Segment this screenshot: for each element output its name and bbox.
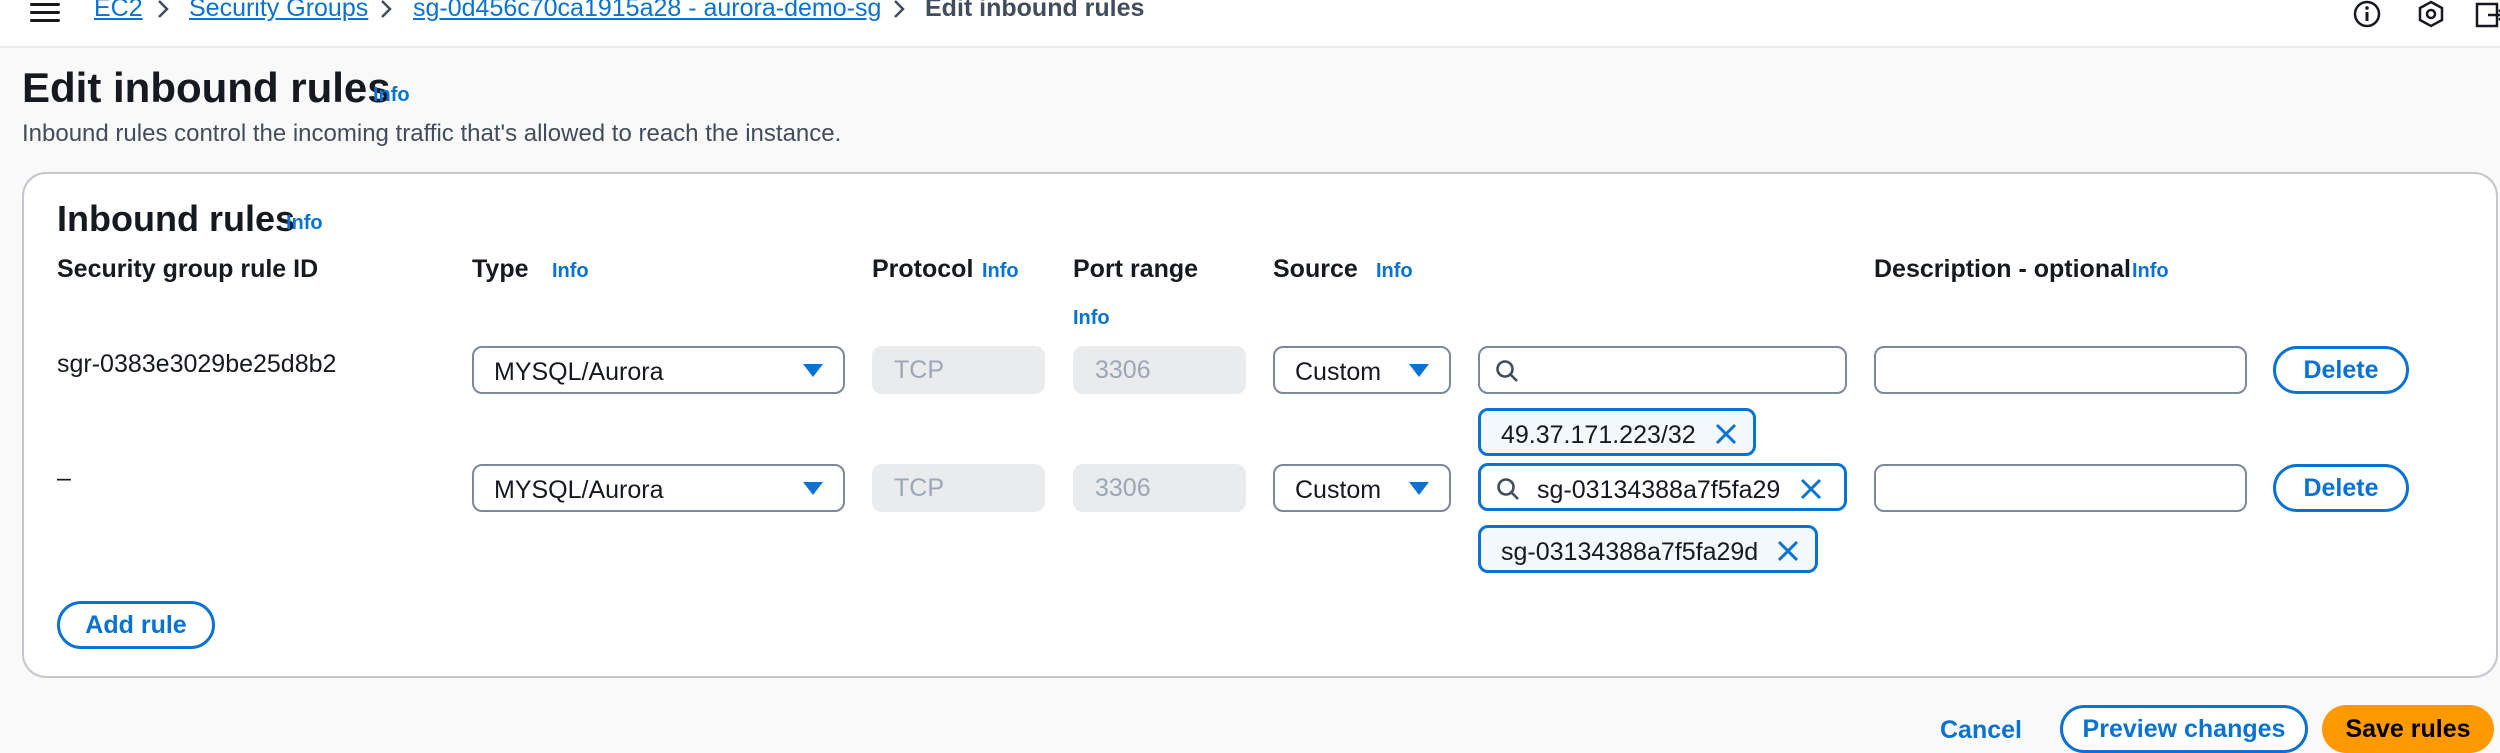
caret-down-icon	[1409, 482, 1429, 495]
breadcrumb-ec2[interactable]: EC2	[94, 0, 143, 23]
inbound-rules-panel	[22, 172, 2498, 678]
source-token-value: 49.37.171.223/32	[1501, 421, 1696, 449]
panel-title: Inbound rules	[57, 198, 295, 239]
port-range-field: 3306	[1073, 464, 1246, 512]
panel-info-link[interactable]: Info	[286, 212, 323, 235]
caret-down-icon	[803, 482, 823, 495]
source-search-value: sg-03134388a7f5fa29	[1537, 476, 1781, 504]
column-header-rule-id: Security group rule ID	[57, 255, 319, 283]
description-info-link[interactable]: Info	[2132, 260, 2169, 283]
protocol-value: TCP	[894, 474, 944, 502]
page-description: Inbound rules control the incoming traff…	[22, 120, 842, 147]
notifications-icon[interactable]	[2414, 0, 2448, 30]
chevron-right-icon	[375, 0, 397, 20]
port-range-value: 3306	[1095, 474, 1151, 502]
type-select[interactable]: MYSQL/Aurora	[472, 346, 845, 394]
protocol-field: TCP	[872, 346, 1045, 394]
source-type-select[interactable]: Custom	[1273, 346, 1451, 394]
preview-changes-button[interactable]: Preview changes	[2060, 705, 2308, 753]
source-token: 49.37.171.223/32	[1478, 408, 1756, 456]
rule-id: –	[57, 464, 71, 492]
column-header-port-range: Port range	[1073, 255, 1199, 283]
protocol-value: TCP	[894, 356, 944, 384]
caret-down-icon	[803, 364, 823, 377]
page-info-link[interactable]: Info	[373, 84, 410, 107]
caret-down-icon	[1409, 364, 1429, 377]
protocol-field: TCP	[872, 464, 1045, 512]
protocol-info-link[interactable]: Info	[982, 260, 1019, 283]
source-search-input[interactable]: sg-03134388a7f5fa29	[1478, 463, 1847, 511]
column-header-type: Type	[472, 255, 529, 283]
type-select-value: MYSQL/Aurora	[494, 358, 664, 386]
search-icon	[1495, 476, 1521, 502]
delete-button[interactable]: Delete	[2273, 346, 2409, 394]
column-header-source: Source	[1273, 255, 1358, 283]
source-type-select[interactable]: Custom	[1273, 464, 1451, 512]
close-icon[interactable]	[1713, 421, 1739, 447]
source-type-value: Custom	[1295, 358, 1382, 386]
external-launch-icon[interactable]	[2474, 0, 2500, 30]
source-info-link[interactable]: Info	[1376, 260, 1413, 283]
description-input[interactable]	[1874, 346, 2247, 394]
menu-icon[interactable]	[30, 0, 64, 28]
port-range-value: 3306	[1095, 356, 1151, 384]
breadcrumb-security-group[interactable]: sg-0d456c70ca1915a28 - aurora-demo-sg	[413, 0, 881, 23]
type-select[interactable]: MYSQL/Aurora	[472, 464, 845, 512]
chevron-right-icon	[152, 0, 174, 20]
breadcrumb-security-groups[interactable]: Security Groups	[189, 0, 368, 23]
port-range-info-link[interactable]: Info	[1073, 307, 1110, 330]
save-rules-button[interactable]: Save rules	[2322, 705, 2494, 753]
delete-button[interactable]: Delete	[2273, 464, 2409, 512]
search-icon	[1494, 358, 1520, 384]
rule-id: sgr-0383e3029be25d8b2	[57, 350, 337, 378]
type-info-link[interactable]: Info	[552, 260, 589, 283]
close-icon[interactable]	[1775, 538, 1801, 564]
page-title: Edit inbound rules	[22, 64, 391, 111]
source-type-value: Custom	[1295, 476, 1382, 504]
source-token: sg-03134388a7f5fa29d	[1478, 525, 1818, 573]
source-search-input[interactable]	[1478, 346, 1847, 394]
column-header-description: Description - optional	[1874, 255, 2131, 283]
description-input[interactable]	[1874, 464, 2247, 512]
cancel-button[interactable]: Cancel	[1940, 716, 2022, 745]
type-select-value: MYSQL/Aurora	[494, 476, 664, 504]
chevron-right-icon	[888, 0, 910, 20]
port-range-field: 3306	[1073, 346, 1246, 394]
breadcrumb-current: Edit inbound rules	[925, 0, 1145, 22]
add-rule-button[interactable]: Add rule	[57, 601, 215, 649]
source-token-value: sg-03134388a7f5fa29d	[1501, 538, 1759, 566]
info-circle-icon[interactable]	[2350, 0, 2384, 30]
clear-icon[interactable]	[1798, 476, 1824, 502]
column-header-protocol: Protocol	[872, 255, 974, 283]
